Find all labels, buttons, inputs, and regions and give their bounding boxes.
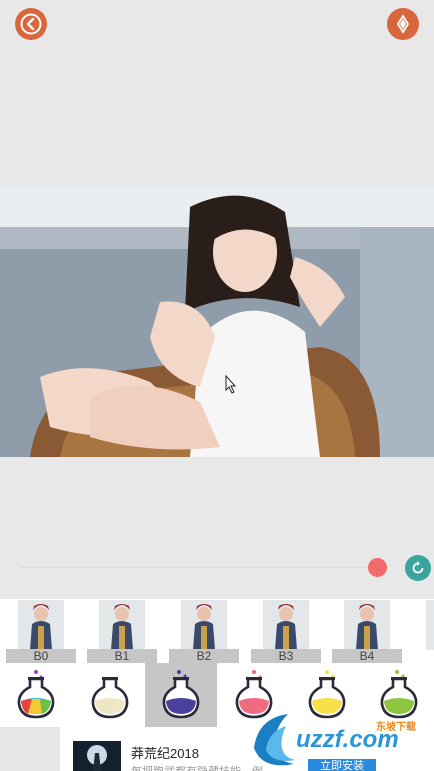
blue-flask-icon (162, 670, 200, 719)
watermark-text: uzzf.com (296, 726, 399, 753)
ad-spacer (0, 727, 60, 771)
ad-thumbnail (73, 741, 121, 771)
filter-label: B1 (87, 649, 157, 663)
filter-thumbnail (181, 600, 227, 650)
filter-label: B0 (6, 649, 76, 663)
filter-strip[interactable]: B0 B1 B2 B3 B4 (0, 599, 434, 663)
filter-thumbnail (344, 600, 390, 650)
rainbow-flask-icon (17, 670, 55, 719)
effect-rainbow[interactable] (0, 663, 72, 727)
ad-title: 莽荒纪2018 (131, 746, 199, 761)
filter-thumbnail (426, 600, 434, 650)
cream-flask-icon (91, 677, 129, 719)
effect-blue[interactable] (145, 663, 217, 727)
back-button[interactable] (15, 8, 47, 40)
filter-label: B2 (169, 649, 239, 663)
refresh-icon (412, 561, 424, 574)
reset-button[interactable] (405, 555, 431, 581)
filter-label: B4 (332, 649, 402, 663)
filter-thumbnail (18, 600, 64, 650)
filter-thumbnail (263, 600, 309, 650)
filter-item-b2[interactable]: B2 (163, 599, 243, 663)
photo-preview[interactable] (0, 187, 434, 457)
filter-item-b3[interactable]: B3 (245, 599, 325, 663)
filter-item-b1[interactable]: B1 (81, 599, 161, 663)
filter-item-b0[interactable]: B0 (0, 599, 80, 663)
intensity-slider-track[interactable] (20, 567, 372, 568)
filter-label: B3 (251, 649, 321, 663)
back-arrow-icon (20, 13, 42, 35)
filter-item-partial[interactable] (408, 599, 434, 663)
download-button[interactable] (387, 8, 419, 40)
ad-subtitle: 每把跑武都有隐藏技能，例 (131, 763, 263, 771)
download-icon (396, 14, 410, 34)
filter-thumbnail (99, 600, 145, 650)
filter-item-b4[interactable]: B4 (326, 599, 406, 663)
effect-cream[interactable] (74, 663, 146, 727)
intensity-slider-knob[interactable] (368, 558, 387, 577)
